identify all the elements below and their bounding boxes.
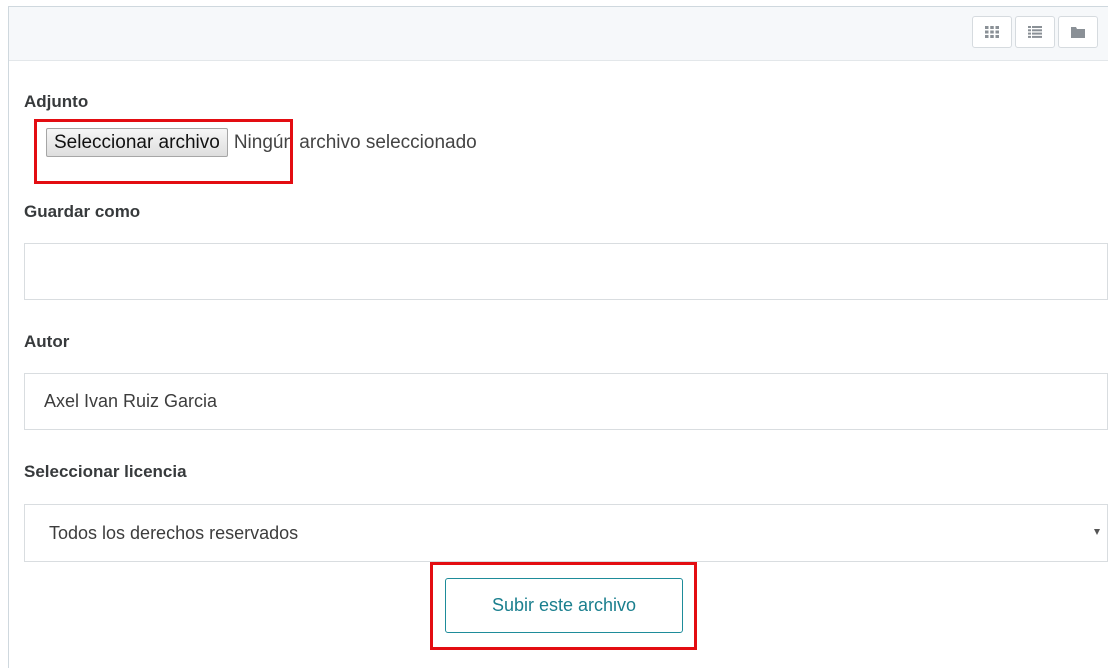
view-toolbar [9, 7, 1108, 61]
chevron-down-icon [1094, 529, 1100, 535]
author-label: Autor [24, 332, 70, 351]
author-input[interactable] [24, 373, 1108, 430]
upload-file-button[interactable]: Subir este archivo [445, 578, 683, 633]
list-view-button[interactable] [1015, 16, 1055, 48]
license-selected-value: Todos los derechos reservados [49, 522, 299, 543]
license-label: Seleccionar licencia [24, 462, 187, 481]
list-icon [1028, 26, 1042, 38]
file-picker-panel [8, 6, 1108, 668]
save-as-input[interactable] [24, 243, 1108, 300]
save-as-label: Guardar como [24, 202, 141, 221]
file-status-text: Ningún archivo seleccionado [233, 131, 477, 153]
folder-icon [1071, 27, 1085, 38]
license-select[interactable]: Todos los derechos reservados [24, 504, 1108, 562]
grid-icon [985, 26, 999, 38]
choose-file-button[interactable]: Seleccionar archivo [46, 128, 228, 157]
view-mode-group [972, 16, 1101, 48]
file-chooser: Seleccionar archivo Ningún archivo selec… [46, 128, 477, 157]
folder-view-button[interactable] [1058, 16, 1098, 48]
grid-view-button[interactable] [972, 16, 1012, 48]
attachment-label: Adjunto [24, 92, 89, 111]
